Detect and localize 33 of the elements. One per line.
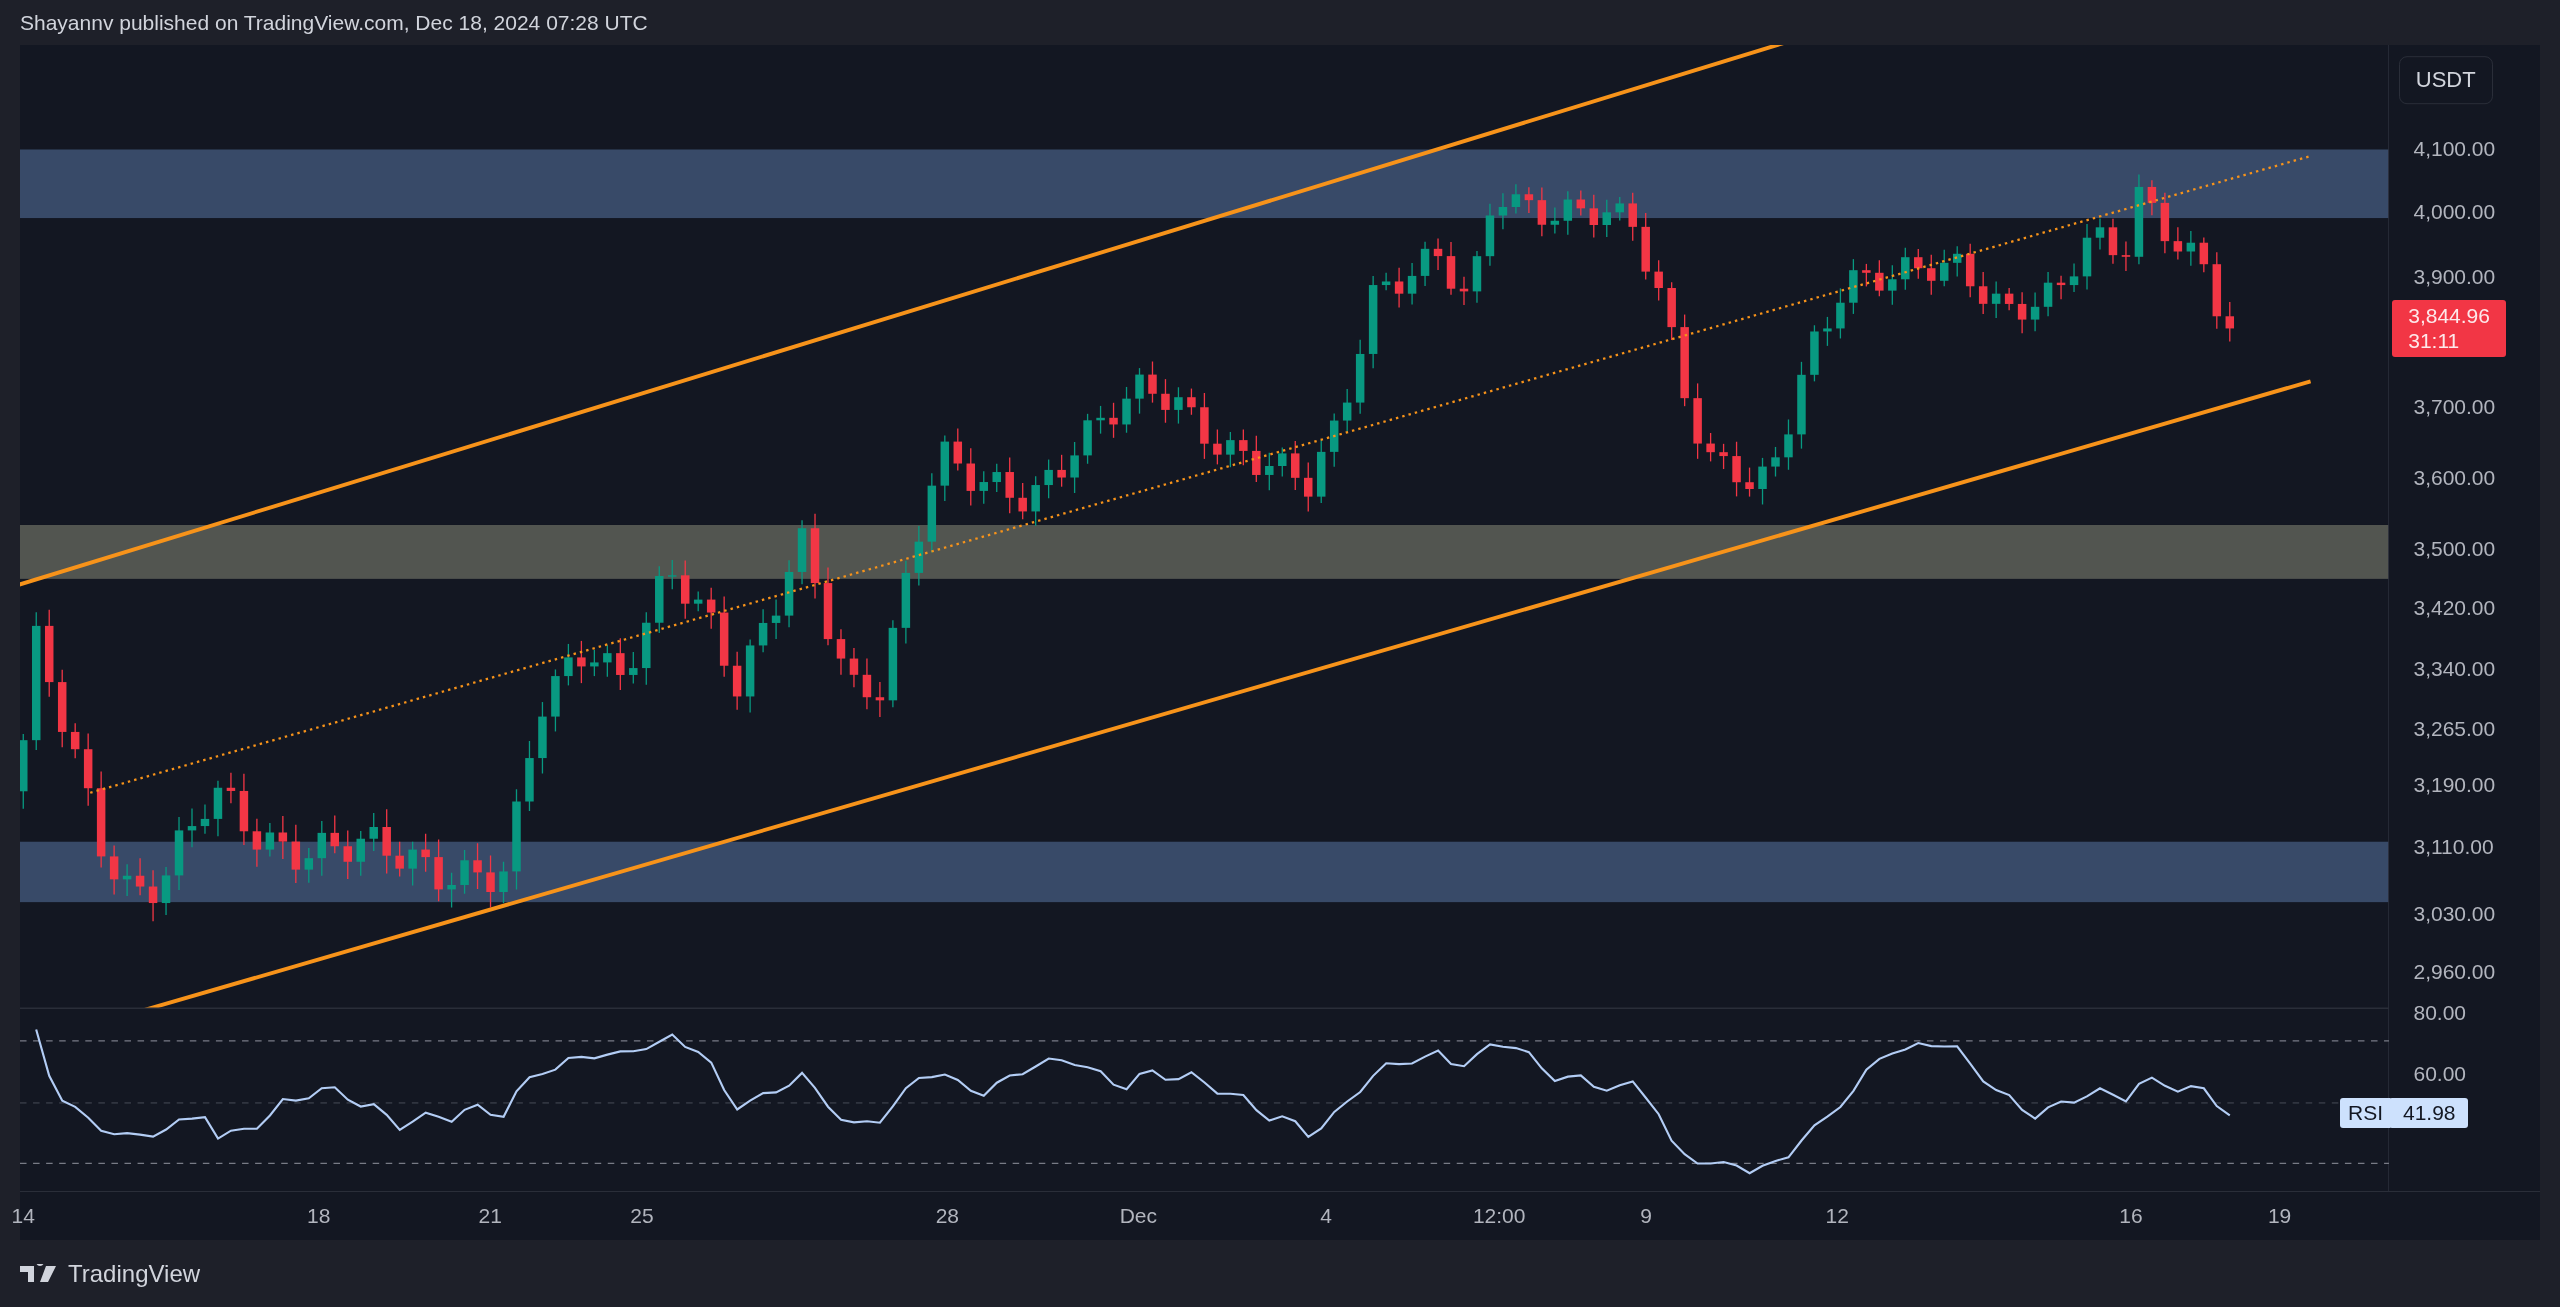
price-label: 3,900.00 — [2413, 264, 2496, 289]
price-label: 3,190.00 — [2413, 772, 2496, 797]
indicator-value-tag: 41.98 — [2388, 1097, 2468, 1128]
time-label: 21 — [478, 1204, 502, 1228]
publisher-caption: Shayannv published on TradingView.com, Dec 18, 2024 07:28 UTC — [20, 10, 648, 35]
time-label: Dec — [1119, 1204, 1158, 1228]
price-label: 3,030.00 — [2413, 901, 2496, 926]
time-label: 19 — [2267, 1204, 2292, 1228]
brand-name[interactable]: TradingView — [68, 1259, 201, 1288]
last-price: 3,844.96 — [2408, 302, 2490, 328]
time-label: 4 — [1320, 1204, 1332, 1228]
price-label: 3,110.00 — [2413, 834, 2494, 859]
rsi-scale-label: 60.00 — [2413, 1061, 2467, 1086]
price-label: 2,960.00 — [2413, 960, 2496, 985]
time-label: 18 — [307, 1204, 331, 1228]
time-label: 12 — [1825, 1204, 1849, 1228]
price-label: 3,600.00 — [2413, 465, 2496, 490]
rsi-scale-label: 80.00 — [2413, 1001, 2467, 1026]
price-label: 4,100.00 — [2413, 137, 2496, 162]
price-label: 3,420.00 — [2413, 596, 2496, 621]
price-label: 3,700.00 — [2413, 395, 2496, 420]
price-label: 3,265.00 — [2413, 717, 2496, 742]
time-label: 16 — [2119, 1204, 2143, 1228]
price-label: 3,340.00 — [2413, 656, 2496, 681]
logo-icon[interactable] — [20, 1263, 56, 1284]
time-label: 25 — [630, 1204, 654, 1228]
price-label: 4,000.00 — [2413, 199, 2496, 224]
time-label: 28 — [935, 1204, 959, 1228]
bar-countdown: 31:11 — [2408, 327, 2461, 353]
price-label: 3,500.00 — [2413, 537, 2496, 562]
time-label: 12:00 — [1472, 1204, 1526, 1228]
time-label: 9 — [1640, 1204, 1652, 1228]
time-label: 14 — [11, 1204, 35, 1228]
